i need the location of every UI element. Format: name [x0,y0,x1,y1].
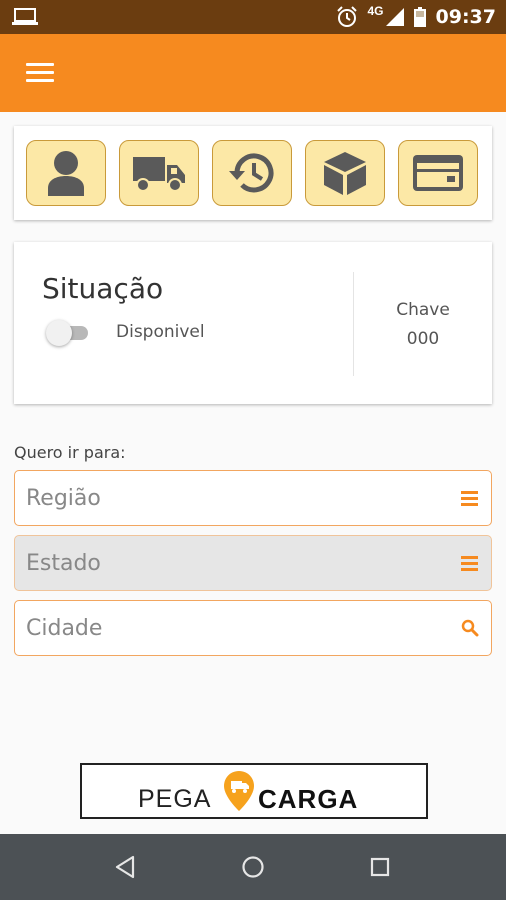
home-icon[interactable] [240,854,266,880]
credit-card-icon [413,155,463,191]
history-icon [229,153,274,193]
network-type: 4G [367,4,384,18]
person-icon [48,151,84,196]
status-bar: 4G 09:37 [0,0,506,34]
search-icon [461,619,479,637]
status-title: Situação [42,272,164,305]
logo-text-carga: CARGA [258,784,359,814]
logo-text-pega: PEGA [138,785,212,813]
battery-icon [413,7,426,27]
history-button[interactable] [212,140,292,206]
truck-icon [133,157,185,192]
location-pin-logo-icon [224,771,254,811]
shortcut-bar [14,126,492,220]
divider [353,272,354,376]
key-label: Chave [396,300,450,320]
pegacarga-logo: PEGA CARGA [80,763,428,819]
laptop-notification-icon [12,8,38,25]
availability-toggle[interactable] [46,318,92,348]
signal-icon [385,8,404,26]
region-select[interactable]: Região [14,470,492,526]
alarm-icon [336,6,357,27]
list-icon [461,554,479,572]
profile-button[interactable] [26,140,106,206]
list-icon [461,489,479,507]
status-card: Situação Disponivel Chave 000 [14,242,492,404]
state-placeholder: Estado [26,551,101,576]
state-select[interactable]: Estado [14,535,492,591]
clock: 09:37 [435,6,496,28]
cargo-button[interactable] [305,140,385,206]
key-value: 000 [406,329,440,349]
package-icon [324,152,366,195]
availability-label: Disponivel [116,322,205,342]
city-placeholder: Cidade [26,616,103,641]
region-placeholder: Região [26,486,101,511]
system-nav-bar [0,834,506,900]
hamburger-menu-icon[interactable] [26,63,54,83]
app-bar [0,34,506,112]
vehicles-button[interactable] [119,140,199,206]
back-icon[interactable] [113,854,139,880]
city-search-field[interactable]: Cidade [14,600,492,656]
recents-icon[interactable] [367,854,393,880]
payment-button[interactable] [398,140,478,206]
destination-label: Quero ir para: [14,443,126,462]
